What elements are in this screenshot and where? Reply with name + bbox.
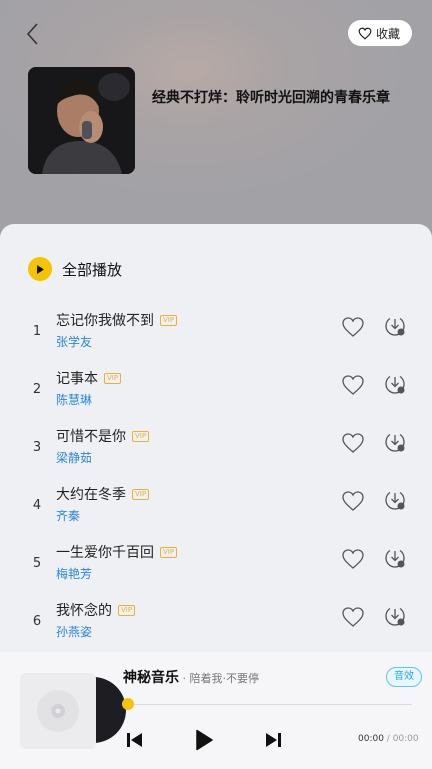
song-title: 一生爱你千百回 [56,545,154,561]
song-artist[interactable]: 张学友 [56,333,92,350]
vip-badge: VIP [118,604,136,616]
song-artist[interactable]: 梁静茹 [56,449,92,466]
progress-bar[interactable] [128,704,412,705]
song-index: 3 [32,440,42,455]
download-icon[interactable] [383,546,407,570]
singer-photo [28,67,135,174]
download-icon[interactable] [383,372,407,396]
song-title: 忘记你我做不到 [56,313,154,329]
heart-icon[interactable] [341,316,365,338]
disc-icon [37,690,79,732]
song-index: 6 [32,614,42,629]
now-playing-title: 神秘音乐 · 陪着我·不要停 [123,667,259,687]
playback-time: 00:00 / 00:00 [358,734,419,744]
playlist-header: 收藏 经典不打烊：聆听时光回溯的青春乐章 [0,0,432,250]
play-icon [196,729,213,751]
heart-icon[interactable] [341,374,365,396]
album-placeholder [20,673,96,749]
play-all-button[interactable]: 全部播放 [28,257,122,281]
vip-badge: VIP [160,314,178,326]
download-icon[interactable] [383,604,407,628]
song-title: 记事本 [56,371,98,387]
song-artist[interactable]: 齐秦 [56,507,80,524]
favorite-label: 收藏 [375,26,400,41]
song-row[interactable]: 4 大约在冬季 VIP 齐秦 [0,484,432,534]
play-icon [28,257,52,281]
song-index: 4 [32,498,42,513]
song-artist[interactable]: 孙燕姿 [56,623,92,640]
heart-icon[interactable] [341,432,365,454]
song-row[interactable]: 6 我怀念的 VIP 孙燕姿 [0,600,432,650]
previous-button[interactable] [123,728,147,752]
song-title: 大约在冬季 [56,487,126,503]
back-button[interactable] [18,20,46,48]
track-subtitle: · 陪着我·不要停 [179,672,259,685]
heart-icon [358,27,372,40]
playlist-cover [28,67,135,174]
skip-next-icon [266,733,281,747]
progress-handle[interactable] [122,698,134,710]
playlist-title: 经典不打烊：聆听时光回溯的青春乐章 [152,90,390,106]
song-row[interactable]: 2 记事本 VIP 陈慧琳 [0,368,432,418]
song-row[interactable]: 1 忘记你我做不到 VIP 张学友 [0,310,432,360]
vip-badge: VIP [132,488,150,500]
song-index: 1 [32,324,42,339]
song-index: 2 [32,382,42,397]
vip-badge: VIP [132,430,150,442]
song-title: 可惜不是你 [56,429,126,445]
next-button[interactable] [261,728,285,752]
song-artist[interactable]: 梅艳芳 [56,565,92,582]
play-button[interactable] [192,728,216,752]
download-icon[interactable] [383,488,407,512]
skip-previous-icon [127,733,142,747]
song-row[interactable]: 3 可惜不是你 VIP 梁静茹 [0,426,432,476]
song-title: 我怀念的 [56,603,112,619]
song-artist[interactable]: 陈慧琳 [56,391,92,408]
track-title: 神秘音乐 [123,670,179,686]
download-icon[interactable] [383,314,407,338]
vip-badge: VIP [160,546,178,558]
chevron-left-icon [26,23,38,45]
play-all-label: 全部播放 [62,260,123,279]
heart-icon[interactable] [341,606,365,628]
vip-badge: VIP [104,372,122,384]
favorite-button[interactable]: 收藏 [347,20,412,46]
heart-icon[interactable] [341,490,365,512]
heart-icon[interactable] [341,548,365,570]
current-time: 00:00 [358,734,384,744]
download-icon[interactable] [383,430,407,454]
song-row[interactable]: 5 一生爱你千百回 VIP 梅艳芳 [0,542,432,592]
mini-player: 神秘音乐 · 陪着我·不要停 音效 00:00 / 00:00 [0,652,432,769]
sound-effect-button[interactable]: 音效 [386,667,422,687]
now-playing-artwork[interactable] [20,673,126,749]
total-time: / 00:00 [383,734,419,744]
song-index: 5 [32,556,42,571]
